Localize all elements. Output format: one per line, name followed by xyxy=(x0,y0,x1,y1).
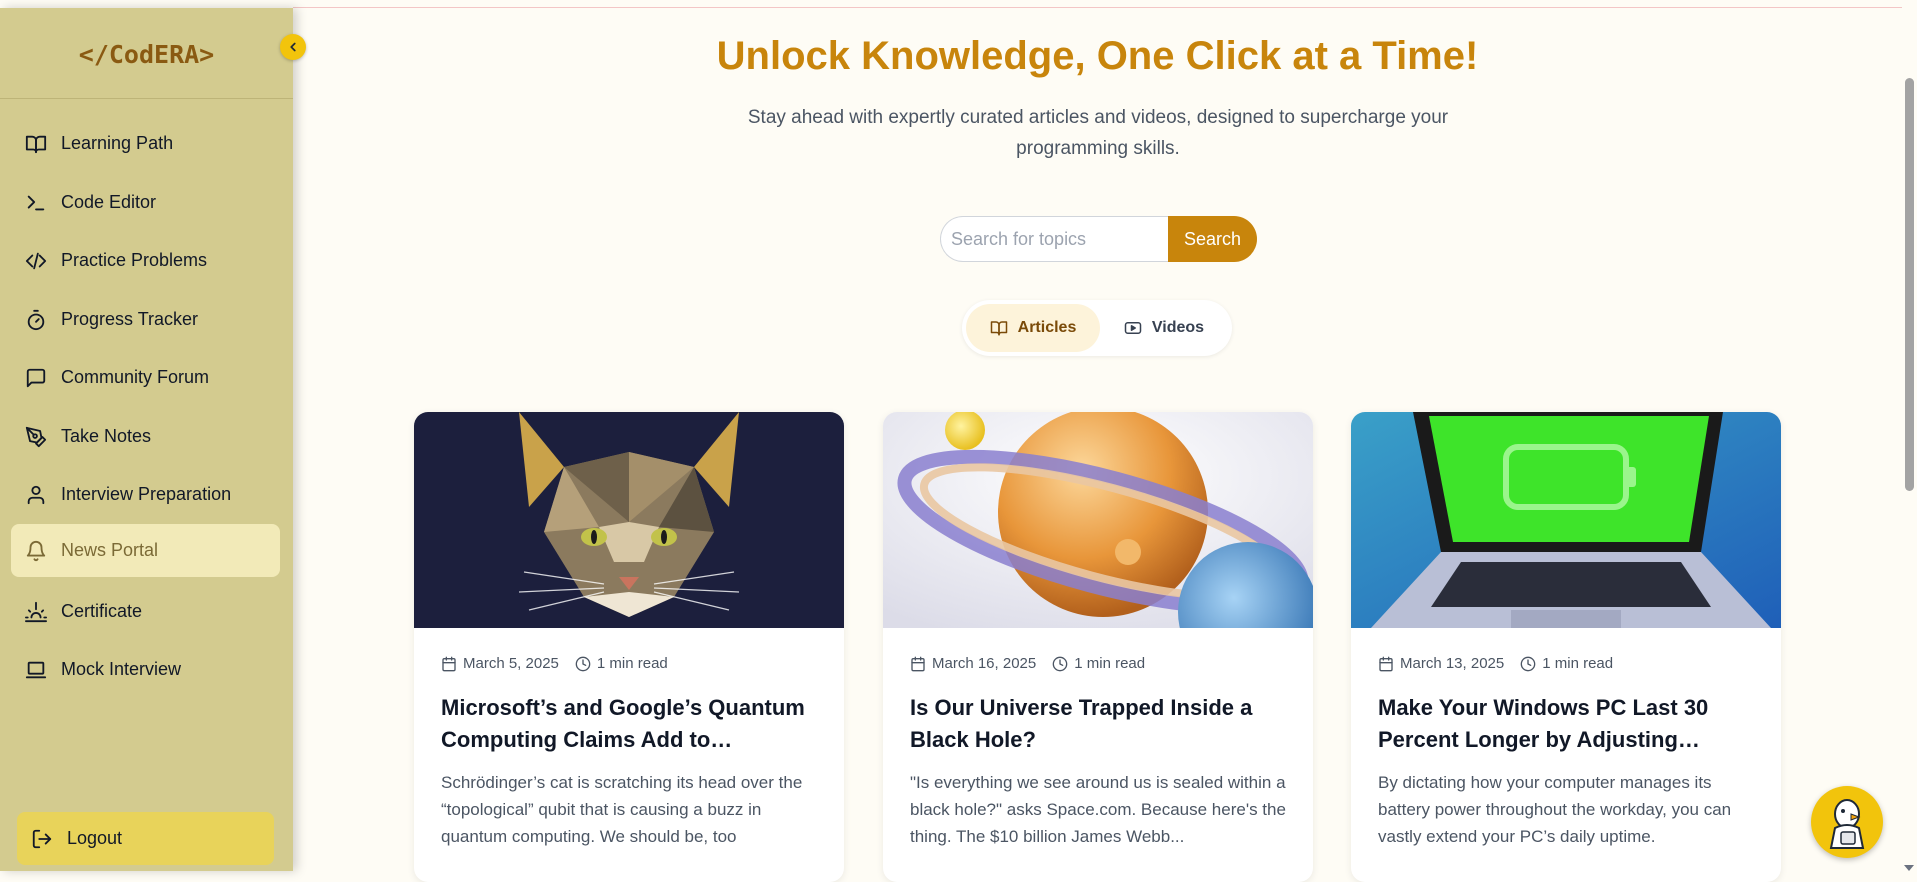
clock-icon xyxy=(1520,656,1536,672)
sidebar-item-label: News Portal xyxy=(61,540,159,560)
sunset-icon xyxy=(23,599,49,625)
article-meta: March 13, 2025 1 min read xyxy=(1378,655,1613,672)
tab-videos[interactable]: Videos xyxy=(1100,304,1228,352)
article-date: March 5, 2025 xyxy=(463,655,559,672)
sidebar-item-interview-preparation[interactable]: Interview Preparation xyxy=(11,468,280,521)
scrollbar-thumb[interactable] xyxy=(1905,78,1914,491)
clock-icon xyxy=(575,656,591,672)
tab-label: Videos xyxy=(1151,319,1205,336)
sidebar-item-progress-tracker[interactable]: Progress Tracker xyxy=(11,293,280,346)
sidebar-item-label: Practice Problems xyxy=(61,250,208,270)
article-image-cat xyxy=(414,412,844,628)
article-title[interactable]: Is Our Universe Trapped Inside a Black H… xyxy=(910,692,1290,756)
chevron-left-icon xyxy=(286,40,300,54)
timer-icon xyxy=(23,307,49,333)
article-image-laptop xyxy=(1351,412,1781,628)
article-description: By dictating how your computer manages i… xyxy=(1378,773,1732,846)
article-title[interactable]: Microsoft’s and Google’s Quantum Computi… xyxy=(441,692,821,756)
bell-icon xyxy=(23,538,49,564)
article-description: Schrödinger’s cat is scratching its head… xyxy=(441,773,803,846)
article-date: March 13, 2025 xyxy=(1400,655,1505,672)
sidebar-item-label: Progress Tracker xyxy=(61,309,199,329)
sidebar-item-label: Mock Interview xyxy=(61,659,182,679)
sidebar: </CodERA> Learning Path Code Editor Prac… xyxy=(0,8,293,871)
sidebar-item-practice-problems[interactable]: Practice Problems xyxy=(11,234,280,287)
article-read-time: 1 min read xyxy=(1542,655,1614,672)
message-square-icon xyxy=(23,365,49,391)
code-icon xyxy=(23,248,49,274)
article-image-planet xyxy=(883,412,1313,628)
sidebar-item-label: Interview Preparation xyxy=(61,484,232,504)
logout-label: Logout xyxy=(67,828,123,848)
book-open-icon xyxy=(990,319,1008,337)
sidebar-divider xyxy=(0,98,293,99)
tab-articles[interactable]: Articles xyxy=(966,304,1100,352)
top-border xyxy=(293,7,1917,8)
search-button[interactable]: Search xyxy=(1168,216,1257,262)
laptop-icon xyxy=(23,657,49,683)
article-card[interactable]: March 13, 2025 1 min read Make Your Wind… xyxy=(1351,412,1781,882)
search-bar: Search xyxy=(940,216,1257,262)
calendar-icon xyxy=(910,656,926,672)
tab-label: Articles xyxy=(1017,319,1077,336)
article-card[interactable]: March 5, 2025 1 min read Microsoft’s and… xyxy=(414,412,844,882)
article-meta: March 16, 2025 1 min read xyxy=(910,655,1145,672)
sidebar-item-label: Certificate xyxy=(61,601,143,621)
bot-mascot-icon xyxy=(1821,794,1873,850)
page-title: Unlock Knowledge, One Click at a Time! xyxy=(716,34,1479,78)
collapse-sidebar-button[interactable] xyxy=(280,34,306,60)
sidebar-item-label: Take Notes xyxy=(61,426,152,446)
logout-button[interactable]: Logout xyxy=(17,812,274,865)
content-tabs: Articles Videos xyxy=(962,300,1232,356)
sidebar-item-mock-interview[interactable]: Mock Interview xyxy=(11,643,280,696)
sidebar-item-label: Community Forum xyxy=(61,367,210,387)
book-open-icon xyxy=(23,131,49,157)
terminal-icon xyxy=(23,190,49,216)
sidebar-item-take-notes[interactable]: Take Notes xyxy=(11,410,280,463)
article-meta: March 5, 2025 1 min read xyxy=(441,655,668,672)
sidebar-item-certificate[interactable]: Certificate xyxy=(11,585,280,638)
clock-icon xyxy=(1052,656,1068,672)
calendar-icon xyxy=(441,656,457,672)
article-read-time: 1 min read xyxy=(1074,655,1146,672)
article-card[interactable]: March 16, 2025 1 min read Is Our Univers… xyxy=(883,412,1313,882)
youtube-icon xyxy=(1124,319,1142,337)
scroll-down-arrow-icon[interactable] xyxy=(1903,860,1915,871)
sidebar-item-news-portal[interactable]: News Portal xyxy=(11,524,280,577)
chatbot-button[interactable] xyxy=(1811,786,1883,858)
article-description: "Is everything we see around us is seale… xyxy=(910,773,1286,846)
sidebar-item-code-editor[interactable]: Code Editor xyxy=(11,176,280,229)
article-date: March 16, 2025 xyxy=(932,655,1037,672)
calendar-icon xyxy=(1378,656,1394,672)
app-logo[interactable]: </CodERA> xyxy=(0,40,293,69)
page-subtitle: Stay ahead with expertly curated article… xyxy=(747,107,1449,159)
article-read-time: 1 min read xyxy=(596,655,668,672)
sidebar-item-label: Code Editor xyxy=(61,192,157,212)
log-out-icon xyxy=(29,826,55,852)
article-title[interactable]: Make Your Windows PC Last 30 Percent Lon… xyxy=(1378,692,1758,756)
user-icon xyxy=(23,482,49,508)
sidebar-item-learning-path[interactable]: Learning Path xyxy=(11,117,280,170)
pen-tool-icon xyxy=(23,424,49,450)
sidebar-item-community-forum[interactable]: Community Forum xyxy=(11,351,280,404)
search-input[interactable] xyxy=(940,216,1168,262)
sidebar-item-label: Learning Path xyxy=(61,133,174,153)
